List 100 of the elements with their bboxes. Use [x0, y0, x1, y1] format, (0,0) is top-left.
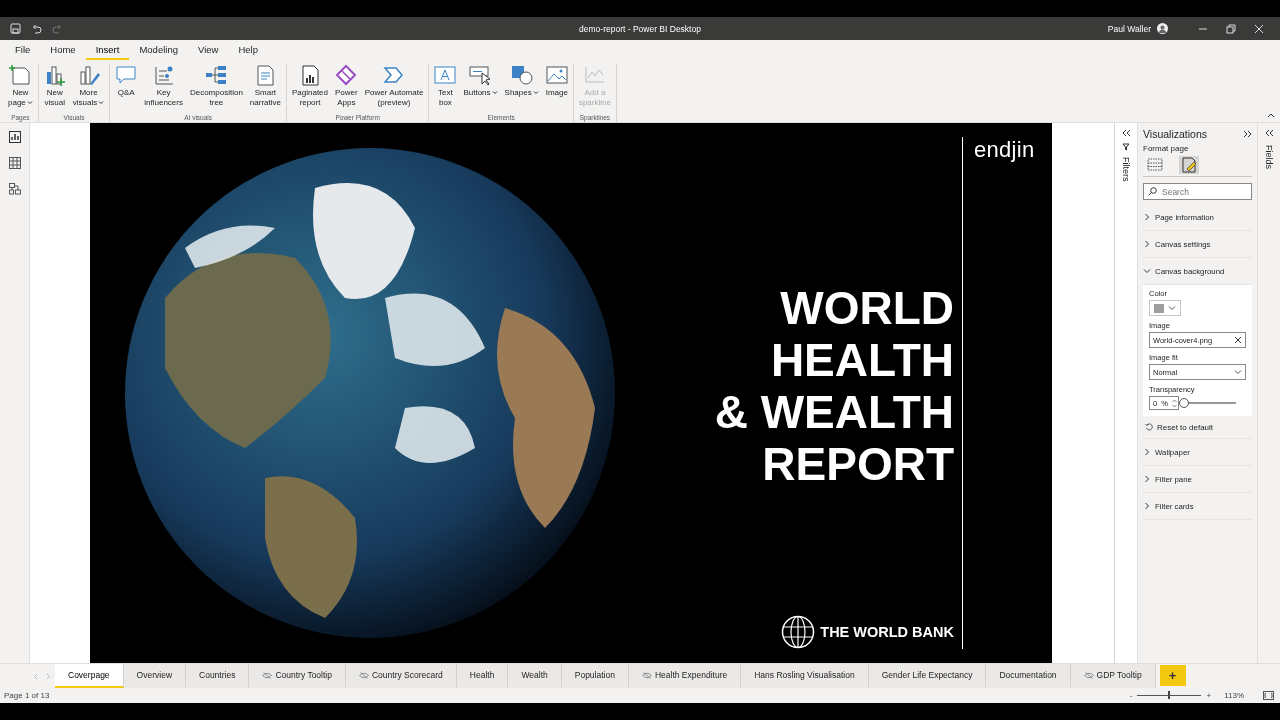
page-tab[interactable]: Countries [186, 664, 250, 688]
page-icon [9, 64, 32, 86]
globe-icon [781, 615, 816, 649]
report-title: WORLD HEALTH & WEALTH REPORT [714, 281, 954, 490]
ribbon-button[interactable]: Key influencers [142, 64, 185, 114]
window-title: demo-report - Power BI Desktop [579, 23, 701, 34]
table-icon[interactable] [8, 157, 21, 169]
report-page-icon [299, 64, 321, 86]
format-tab[interactable] [1145, 156, 1165, 174]
influencers-icon [152, 64, 175, 86]
menu-tab[interactable]: File [5, 40, 41, 60]
ribbon-button[interactable]: New visual [41, 64, 68, 114]
page-tab[interactable]: Gender Life Expectancy [868, 664, 987, 688]
clear-icon[interactable] [1234, 336, 1242, 344]
page-indicator: Page 1 of 13 [4, 691, 50, 700]
ribbon-button[interactable]: New page [6, 64, 35, 114]
save-icon[interactable] [10, 23, 21, 34]
reset-icon [1145, 423, 1153, 431]
ribbon-button[interactable]: Q&A [113, 64, 140, 114]
menu-tab[interactable]: View [188, 40, 229, 60]
page-tab[interactable]: Overview [123, 664, 187, 688]
slider-thumb[interactable] [1179, 398, 1189, 408]
page-tab[interactable]: GDP Tooltip [1070, 664, 1156, 688]
page-tab[interactable]: Documentation [986, 664, 1071, 688]
ribbon-button[interactable]: Paginated report [290, 64, 330, 114]
avatar-icon [1157, 23, 1168, 34]
undo-icon[interactable] [31, 23, 42, 34]
ribbon-button[interactable]: Decomposition tree [187, 64, 245, 114]
ribbon-button: Add a sparkline [576, 64, 613, 114]
page-tab[interactable]: Country Tooltip [249, 664, 346, 688]
expand-icon[interactable] [1121, 129, 1131, 137]
user-name: Paul Waller [1107, 23, 1151, 34]
zoom-value: 113% [1224, 691, 1244, 700]
menu-tab[interactable]: Modeling [129, 40, 188, 60]
zoom-in-button[interactable]: + [1206, 691, 1212, 700]
grid-icon [1147, 157, 1163, 173]
add-page-button[interactable]: + [1159, 665, 1186, 686]
collapse-icon[interactable] [1267, 112, 1275, 118]
section-label: Format page [1143, 144, 1190, 153]
image-icon [545, 64, 568, 86]
diamond-icon [335, 64, 358, 86]
restore-button[interactable] [1224, 21, 1238, 36]
ribbon-button[interactable]: Shapes [502, 64, 541, 114]
page-tab[interactable]: Health Expenditure [628, 664, 742, 688]
close-icon [1254, 23, 1264, 34]
menu-tab[interactable]: Help [228, 40, 268, 60]
format-tab[interactable] [1179, 156, 1199, 174]
endjin-logo: endjin [973, 136, 1036, 163]
chevron-icon [1143, 267, 1151, 275]
sparkline-icon [583, 64, 606, 86]
ribbon-button[interactable]: Text box [432, 64, 459, 114]
expand-icon[interactable] [1264, 129, 1274, 137]
chevron-arrow-icon [383, 64, 406, 86]
ribbon-button[interactable]: More visuals [70, 64, 107, 114]
ribbon-button[interactable]: Power Automate (preview) [362, 64, 426, 114]
page-tab[interactable]: Hans Rosling Visualisation [741, 664, 869, 688]
fields-pane-label[interactable]: Fields [1264, 145, 1274, 169]
redo-icon[interactable] [52, 23, 63, 34]
text-box-icon [434, 64, 457, 86]
paintbrush-page-icon [1181, 157, 1197, 173]
pane-title: Visualizations [1143, 128, 1207, 140]
page-tab[interactable]: Coverpage [55, 664, 124, 688]
page-tab[interactable]: Country Scorecard [345, 664, 457, 688]
ribbon-button[interactable]: Power Apps [333, 64, 360, 114]
zoom-out-button[interactable]: - [1129, 691, 1133, 700]
chevron-icon [1143, 213, 1151, 221]
search-field[interactable]: Search [1143, 183, 1252, 200]
chevron-icon [1143, 240, 1151, 248]
fit-page-icon[interactable] [1263, 691, 1274, 700]
search-icon [1148, 187, 1157, 196]
reset-link[interactable]: Reset to default [1143, 416, 1252, 439]
ribbon-button[interactable]: Smart narrative [247, 64, 283, 114]
restore-icon [1226, 23, 1236, 34]
page-tab[interactable]: Population [561, 664, 629, 688]
chevron-icon [1143, 502, 1151, 510]
tree-icon [205, 64, 228, 86]
zoom-slider-thumb[interactable] [1168, 691, 1171, 699]
chart-pencil-icon [77, 64, 100, 86]
spinner-icon [1171, 398, 1177, 408]
filter-icon [1122, 143, 1130, 151]
speech-bubble-icon [115, 64, 138, 86]
page-tab[interactable]: Wealth [508, 664, 562, 688]
shapes-icon [510, 64, 533, 86]
model-icon[interactable] [8, 183, 21, 195]
report-view-icon[interactable] [8, 131, 21, 143]
button-cursor-icon [469, 64, 492, 86]
search-input[interactable]: Search [1162, 186, 1242, 197]
ribbon-button[interactable]: Buttons [461, 64, 500, 114]
ribbon-button[interactable]: Image [543, 64, 570, 114]
caret-icon [1234, 369, 1242, 375]
caret-icon [1168, 305, 1176, 311]
chevron-icon [1143, 475, 1151, 483]
color-picker[interactable] [1149, 300, 1181, 316]
page-tab[interactable]: Health [456, 664, 509, 688]
world-bank-logo: THE WORLD BANK [781, 615, 954, 649]
chevron-icon [1143, 448, 1151, 456]
collapse-icon[interactable] [1243, 130, 1252, 138]
document-icon [254, 64, 277, 86]
filters-pane-label[interactable]: Filters [1121, 157, 1131, 182]
menu-tab[interactable]: Home [40, 40, 86, 60]
